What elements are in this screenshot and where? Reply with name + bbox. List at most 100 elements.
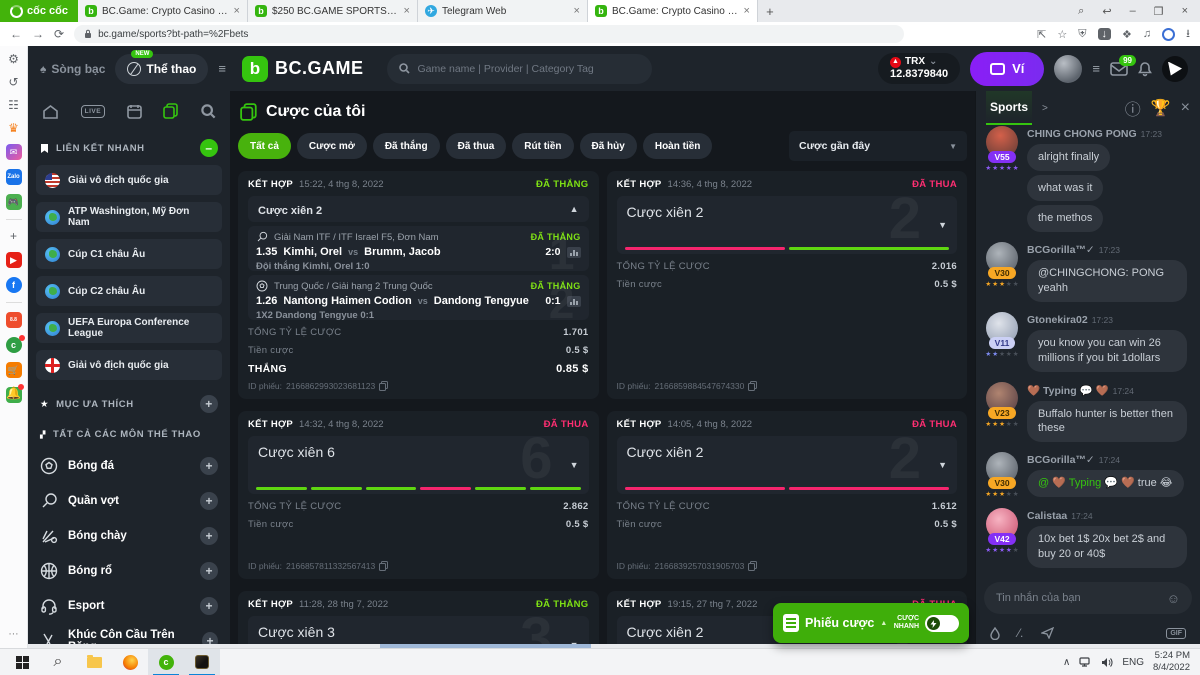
- youtube-icon[interactable]: ▶: [6, 252, 22, 268]
- browser-tab-1[interactable]: b BC.Game: Crypto Casino Gan ×: [78, 0, 248, 22]
- sidebar-item-tennis[interactable]: Quần vợt +: [36, 483, 222, 518]
- my-bets-icon[interactable]: [163, 103, 179, 119]
- language-indicator[interactable]: ENG: [1122, 657, 1144, 668]
- history-icon[interactable]: ↺: [8, 75, 18, 89]
- music-icon[interactable]: ♫: [1143, 28, 1151, 40]
- home-icon[interactable]: [42, 104, 59, 119]
- balance-selector[interactable]: ▲ TRX ⌄ 12.8379840: [878, 53, 960, 83]
- betslip-button[interactable]: Phiếu cược ▲ CƯỢCNHANH: [773, 603, 969, 643]
- quick-link[interactable]: Cúp C2 châu Âu: [36, 276, 222, 306]
- tab-close-icon[interactable]: ×: [744, 5, 750, 17]
- download-icon[interactable]: ↓: [1098, 28, 1112, 40]
- settings-gear-icon[interactable]: ⚙: [8, 52, 19, 66]
- maximize-button[interactable]: ❐: [1154, 5, 1164, 18]
- filter-cancelled[interactable]: Đã hủy: [580, 133, 637, 159]
- filter-cashout[interactable]: Rút tiền: [512, 133, 573, 159]
- coccoc-menu-button[interactable]: cốc cốc: [0, 0, 78, 22]
- taskbar-search-icon[interactable]: ⌕: [40, 649, 76, 675]
- facebook-icon[interactable]: f: [6, 277, 22, 293]
- wallet-button[interactable]: Ví: [970, 52, 1044, 86]
- search-icon[interactable]: [201, 104, 216, 119]
- start-button[interactable]: [4, 649, 40, 675]
- nav-casino[interactable]: ♠ Sòng bạc: [40, 62, 105, 76]
- notifications-bell-icon[interactable]: 🔔: [6, 386, 21, 400]
- browser-tab-3[interactable]: ✈ Telegram Web ×: [418, 0, 588, 22]
- chat-username[interactable]: Calistaa: [1027, 510, 1067, 522]
- sidebar-item-baseball[interactable]: Bóng chày +: [36, 518, 222, 553]
- chat-username[interactable]: BCGorilla™✓: [1027, 454, 1095, 466]
- sidebar-item-basketball[interactable]: Bóng rổ +: [36, 553, 222, 588]
- commands-icon[interactable]: ⁄.: [1018, 626, 1023, 640]
- taskbar-clock[interactable]: 5:24 PM 8/4/2022: [1153, 650, 1190, 674]
- coccoc-app-icon[interactable]: c: [6, 337, 22, 353]
- tab-search-icon[interactable]: ⌕: [1078, 5, 1084, 18]
- quick-link[interactable]: Cúp C1 châu Âu: [36, 239, 222, 269]
- chat-input[interactable]: Tin nhắn của bạn ☺: [984, 582, 1192, 614]
- bet-card-toggle[interactable]: Cược xiên 2 ▲: [248, 196, 589, 222]
- copy-icon[interactable]: [748, 381, 757, 391]
- browser-tab-2[interactable]: b $250 BC.GAME SPORTS PARL ×: [248, 0, 418, 22]
- url-field[interactable]: bc.game/sports?bt-path=%2Fbets: [74, 25, 904, 43]
- filter-won[interactable]: Đã thắng: [373, 133, 440, 159]
- copy-icon[interactable]: [748, 561, 757, 571]
- chat-username[interactable]: Gtonekira02: [1027, 314, 1088, 326]
- chat-username[interactable]: 🤎 Typing 💬 🤎: [1027, 385, 1109, 397]
- quick-link[interactable]: ATP Washington, Mỹ Đơn Nam: [36, 202, 222, 232]
- chat-rules-icon[interactable]: ⓘ: [1125, 96, 1141, 120]
- nav-menu-icon[interactable]: ≡: [218, 61, 226, 76]
- network-icon[interactable]: [1079, 657, 1092, 668]
- feed-icon[interactable]: ☷: [8, 98, 19, 112]
- nav-sports-active[interactable]: NEW Thể thao: [115, 54, 208, 84]
- chat-username[interactable]: CHING CHONG PONG: [1027, 128, 1137, 140]
- forward-button[interactable]: →: [32, 27, 44, 41]
- live-icon[interactable]: LIVE: [81, 105, 105, 118]
- shopee-icon[interactable]: 8.8: [6, 312, 22, 328]
- zalo-icon[interactable]: Zalo: [6, 169, 22, 185]
- filter-lost[interactable]: Đã thua: [446, 133, 507, 159]
- sidebar-item-esport[interactable]: Esport +: [36, 588, 222, 623]
- profile-icon[interactable]: [1162, 28, 1175, 41]
- bc-spin-icon[interactable]: [1162, 56, 1188, 82]
- expand-button[interactable]: +: [200, 562, 218, 580]
- user-avatar[interactable]: [1054, 55, 1082, 83]
- sort-dropdown[interactable]: Cược gần đây ▼: [789, 131, 967, 161]
- emoji-icon[interactable]: ☺: [1167, 591, 1180, 606]
- back-button[interactable]: ←: [10, 27, 22, 41]
- chevron-right-icon[interactable]: >: [1042, 103, 1048, 114]
- filter-refund[interactable]: Hoàn tiền: [643, 133, 713, 159]
- chat-close-icon[interactable]: ×: [1181, 99, 1190, 117]
- trophy-icon[interactable]: 🏆: [1151, 98, 1171, 118]
- quick-link[interactable]: Giải vô địch quốc gia: [36, 350, 222, 380]
- share-icon[interactable]: ⇱: [1037, 28, 1046, 41]
- bcgame-logo[interactable]: b BC.GAME: [242, 56, 364, 82]
- inbox-button[interactable]: 99: [1110, 62, 1128, 76]
- add-shortcut-icon[interactable]: +: [10, 229, 17, 243]
- profile-menu-icon[interactable]: ≡: [1092, 61, 1100, 76]
- rain-icon[interactable]: [990, 627, 1000, 640]
- app-taskbar-icon[interactable]: [184, 649, 220, 675]
- expand-button[interactable]: +: [200, 597, 218, 615]
- add-favorite-button[interactable]: +: [200, 395, 218, 413]
- browser-tab-4-active[interactable]: b BC.Game: Crypto Casino Gan ×: [588, 0, 758, 22]
- file-explorer-icon[interactable]: [76, 649, 112, 675]
- games-icon[interactable]: 🎮: [6, 194, 22, 210]
- firefox-icon[interactable]: [112, 649, 148, 675]
- coccoc-taskbar-icon[interactable]: c: [148, 649, 184, 675]
- minimize-button[interactable]: –: [1130, 5, 1136, 17]
- expand-button[interactable]: +: [200, 457, 218, 475]
- close-button[interactable]: ×: [1182, 5, 1188, 17]
- volume-icon[interactable]: [1101, 657, 1113, 668]
- sidebar-item-football[interactable]: Bóng đá +: [36, 448, 222, 483]
- chat-tab-sports[interactable]: Sports: [986, 91, 1032, 125]
- tray-expand-icon[interactable]: ∧: [1063, 657, 1070, 668]
- messenger-icon[interactable]: ✉: [6, 144, 22, 160]
- gif-icon[interactable]: GIF: [1166, 628, 1186, 639]
- filter-all[interactable]: Tất cả: [238, 133, 291, 159]
- copy-icon[interactable]: [379, 381, 388, 391]
- reload-button[interactable]: ⟳: [54, 27, 64, 41]
- bookmark-star-icon[interactable]: ☆: [1057, 28, 1067, 41]
- tab-close-icon[interactable]: ×: [234, 5, 240, 17]
- bet-card-toggle[interactable]: Cược xiên 6 6 ▼: [248, 436, 589, 494]
- tab-close-icon[interactable]: ×: [574, 5, 580, 17]
- game-search-input[interactable]: Game name | Provider | Category Tag: [387, 54, 652, 84]
